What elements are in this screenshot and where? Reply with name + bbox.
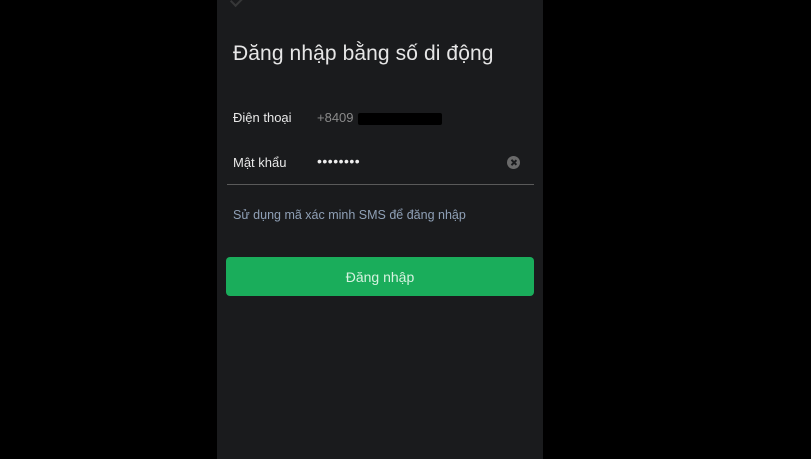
login-button[interactable]: Đăng nhập	[226, 257, 534, 296]
phone-screen: Đăng nhập bằng số di động Điện thoại +84…	[217, 0, 543, 459]
password-label: Mật khẩu	[233, 155, 287, 170]
sms-login-link[interactable]: Sử dụng mã xác minh SMS để đăng nhập	[233, 208, 466, 222]
clear-icon[interactable]	[507, 156, 520, 169]
video-frame: Đăng nhập bằng số di động Điện thoại +84…	[0, 0, 811, 459]
password-underline	[227, 184, 534, 185]
password-input[interactable]: ••••••••	[317, 153, 360, 169]
page-title: Đăng nhập bằng số di động	[233, 42, 494, 65]
phone-label: Điện thoại	[233, 110, 292, 125]
phone-input[interactable]: +8409	[317, 110, 354, 125]
password-field[interactable]: Mật khẩu ••••••••	[233, 148, 533, 178]
redaction-mark	[358, 113, 442, 125]
phone-field[interactable]: Điện thoại +8409	[233, 103, 533, 133]
back-chevron-icon	[229, 0, 245, 8]
